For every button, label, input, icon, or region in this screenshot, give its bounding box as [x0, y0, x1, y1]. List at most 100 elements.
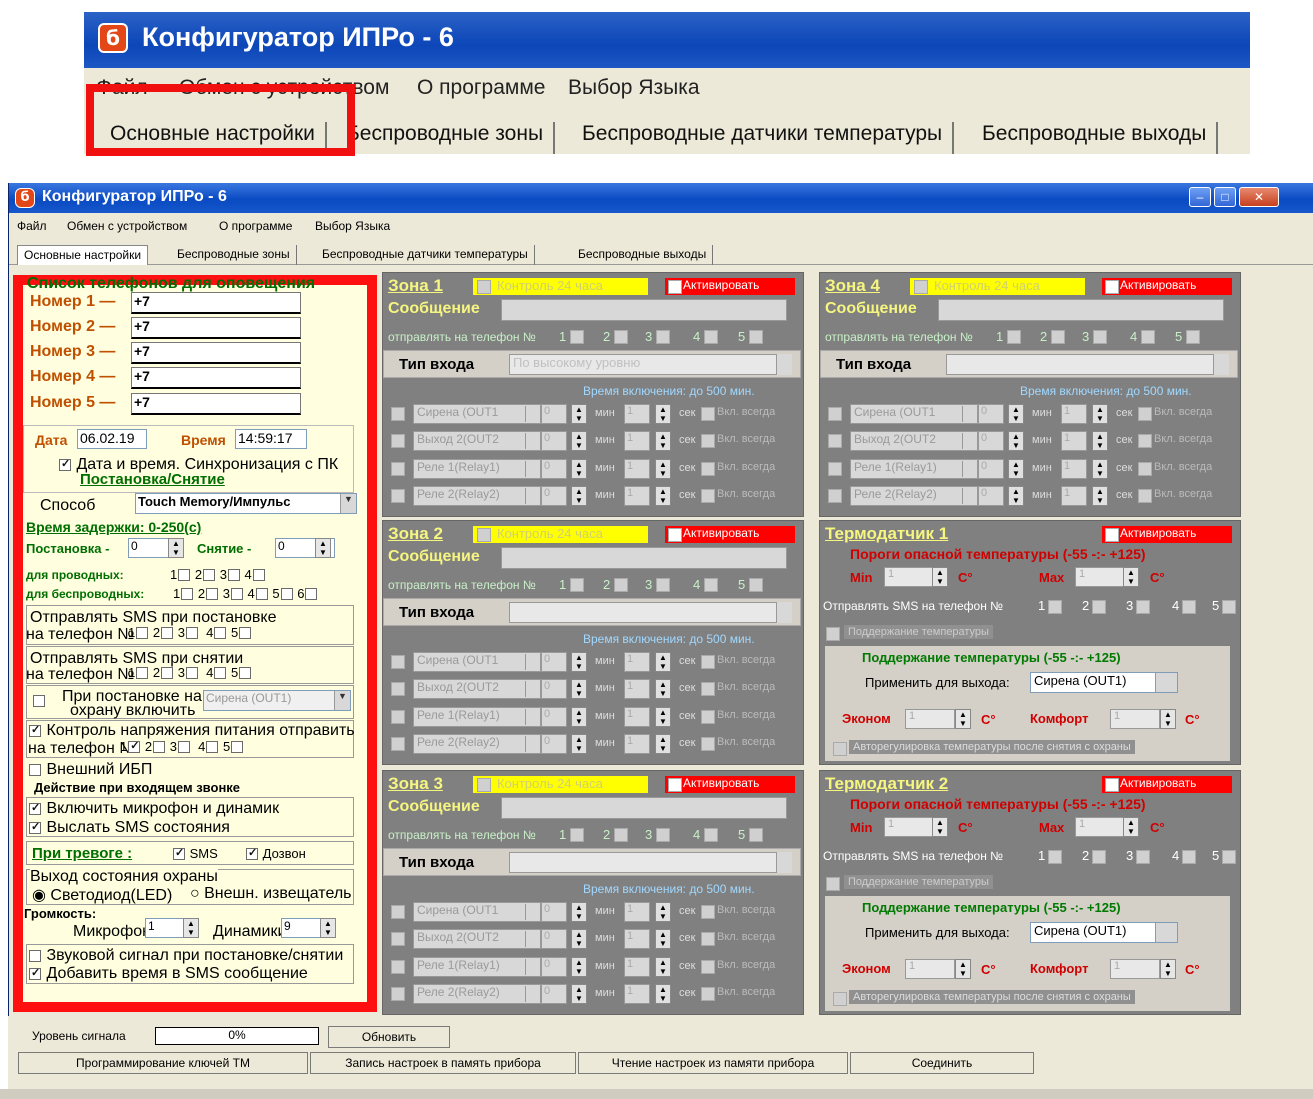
minutes-field[interactable]: 0	[541, 486, 567, 506]
phone-checkbox[interactable]	[1048, 600, 1062, 614]
spinner-icon[interactable]: ▲ ▼	[1092, 431, 1108, 451]
minutes-field[interactable]: 0	[541, 984, 567, 1004]
k24-checkbox[interactable]	[914, 280, 928, 294]
k24-checkbox-label[interactable]: Контроль 24 часа	[473, 278, 648, 295]
always-checkbox[interactable]	[1138, 489, 1152, 503]
phone-checkbox[interactable]	[614, 578, 628, 592]
activate-checkbox[interactable]	[668, 280, 682, 294]
output-checkbox[interactable]	[828, 407, 842, 421]
chevron-down-icon[interactable]	[525, 709, 539, 725]
power-cb-2[interactable]	[153, 741, 166, 753]
phone-checkbox[interactable]	[1007, 330, 1021, 344]
output-checkbox[interactable]	[391, 655, 405, 669]
minutes-field[interactable]: 0	[541, 734, 567, 754]
menu-about[interactable]: О программе	[219, 219, 292, 233]
zoom-tab-temp[interactable]: Беспроводные датчики температуры	[572, 122, 955, 154]
output-select[interactable]: Выход 2(OUT2	[850, 431, 978, 451]
max-field[interactable]: 1	[1075, 567, 1125, 587]
tab-outputs[interactable]: Беспроводные выходы	[572, 245, 714, 265]
wireless-cb-6[interactable]	[305, 588, 318, 600]
phone-checkbox[interactable]	[1182, 600, 1196, 614]
chevron-down-icon[interactable]	[525, 986, 539, 1002]
sms-arm-cb-2[interactable]	[161, 627, 174, 639]
spinner-icon[interactable]: ▲ ▼	[1092, 486, 1108, 506]
always-checkbox[interactable]	[701, 489, 715, 503]
zoom-tab-outputs[interactable]: Беспроводные выходы	[972, 122, 1219, 154]
spinner-icon[interactable]: ▲ ▼	[571, 679, 587, 699]
on-arm-select[interactable]: Сирена (OUT1) ▼	[203, 690, 351, 711]
phone-checkbox[interactable]	[704, 828, 718, 842]
read-settings-button[interactable]: Чтение настроек из памяти прибора	[578, 1052, 848, 1074]
always-checkbox[interactable]	[1138, 462, 1152, 476]
sms-disarm-cb-3[interactable]	[185, 667, 198, 679]
spinner-icon[interactable]: ▲ ▼	[571, 957, 587, 977]
menu-language[interactable]: Выбор Языка	[315, 219, 390, 233]
always-checkbox[interactable]	[1138, 434, 1152, 448]
mic-spinner-icon[interactable]: ▲ ▼	[183, 918, 199, 938]
wireless-cb-3[interactable]	[230, 588, 243, 600]
method-select[interactable]: Touch Memory/Импульс ▼	[135, 493, 357, 514]
sound-checkbox[interactable]	[29, 950, 41, 962]
power-cb-4[interactable]	[206, 741, 219, 753]
output-checkbox[interactable]	[391, 737, 405, 751]
minutes-field[interactable]: 0	[978, 431, 1004, 451]
chevron-down-icon[interactable]	[962, 406, 976, 422]
support-checkbox[interactable]	[826, 877, 840, 891]
chevron-down-icon[interactable]: ▼	[340, 494, 356, 513]
phone-checkbox[interactable]	[570, 828, 584, 842]
message-field[interactable]	[938, 299, 1224, 321]
activate-label[interactable]: Активировать	[1102, 526, 1232, 543]
phone-checkbox[interactable]	[1092, 850, 1106, 864]
time-field[interactable]: 14:59:17	[235, 429, 307, 449]
spinner-icon[interactable]: ▲ ▼	[655, 707, 671, 727]
phone-checkbox[interactable]	[614, 330, 628, 344]
sms-disarm-cb-2[interactable]	[161, 667, 174, 679]
spinner-icon[interactable]: ▲ ▼	[655, 404, 671, 424]
spinner-icon[interactable]: ▲ ▼	[1008, 404, 1024, 424]
seconds-field[interactable]: 1	[624, 707, 650, 727]
write-settings-button[interactable]: Запись настроек в память прибора	[310, 1052, 576, 1074]
apply-select[interactable]: Сирена (OUT1)	[1030, 672, 1178, 693]
phone-checkbox[interactable]	[1182, 850, 1196, 864]
phone-checkbox[interactable]	[749, 578, 763, 592]
phone-input-5[interactable]: +7	[131, 393, 301, 415]
spinner-icon[interactable]: ▲ ▼	[655, 984, 671, 1004]
wireless-cb-4[interactable]	[255, 588, 268, 600]
zoom-menu-language[interactable]: Выбор Языка	[568, 76, 700, 100]
phone-checkbox[interactable]	[1093, 330, 1107, 344]
spinner-icon[interactable]: ▲ ▼	[1160, 959, 1176, 979]
spinner-icon[interactable]: ▲ ▼	[655, 957, 671, 977]
wired-cb-3[interactable]	[227, 569, 240, 581]
output-checkbox[interactable]	[391, 682, 405, 696]
output-select[interactable]: Выход 2(OUT2	[413, 679, 541, 699]
connect-button[interactable]: Соединить	[850, 1052, 1034, 1074]
spinner-icon[interactable]: ▲ ▼	[571, 459, 587, 479]
spinner-icon[interactable]: ▲ ▼	[571, 929, 587, 949]
spinner-icon[interactable]: ▲ ▼	[932, 817, 948, 837]
chevron-down-icon[interactable]	[525, 461, 539, 477]
output-select[interactable]: Реле 2(Relay2)	[413, 734, 541, 754]
minimize-icon[interactable]: –	[1189, 187, 1211, 207]
phone-input-3[interactable]: +7	[131, 342, 301, 364]
min-field[interactable]: 1	[884, 567, 934, 587]
arm-delay-spinner-icon[interactable]: ▲ ▼	[168, 538, 184, 558]
seconds-field[interactable]: 1	[624, 459, 650, 479]
phone-checkbox[interactable]	[1186, 330, 1200, 344]
spinner-icon[interactable]: ▲ ▼	[571, 431, 587, 451]
comfort-field[interactable]: 1	[1110, 959, 1160, 979]
program-keys-button[interactable]: Программирование ключей ТМ	[18, 1052, 308, 1074]
tab-zones[interactable]: Беспроводные зоны	[171, 245, 297, 265]
output-select[interactable]: Реле 2(Relay2)	[413, 486, 541, 506]
minutes-field[interactable]: 0	[541, 679, 567, 699]
spinner-icon[interactable]: ▲ ▼	[571, 984, 587, 1004]
phone-checkbox[interactable]	[570, 578, 584, 592]
phone-checkbox[interactable]	[704, 578, 718, 592]
power-checkbox[interactable]	[29, 723, 41, 737]
chevron-down-icon[interactable]	[776, 602, 792, 623]
spinner-icon[interactable]: ▲ ▼	[955, 959, 971, 979]
phone-input-4[interactable]: +7	[131, 367, 301, 389]
spinner-icon[interactable]: ▲ ▼	[655, 431, 671, 451]
spinner-icon[interactable]: ▲ ▼	[571, 652, 587, 672]
k24-checkbox[interactable]	[477, 778, 491, 792]
minutes-field[interactable]: 0	[978, 486, 1004, 506]
